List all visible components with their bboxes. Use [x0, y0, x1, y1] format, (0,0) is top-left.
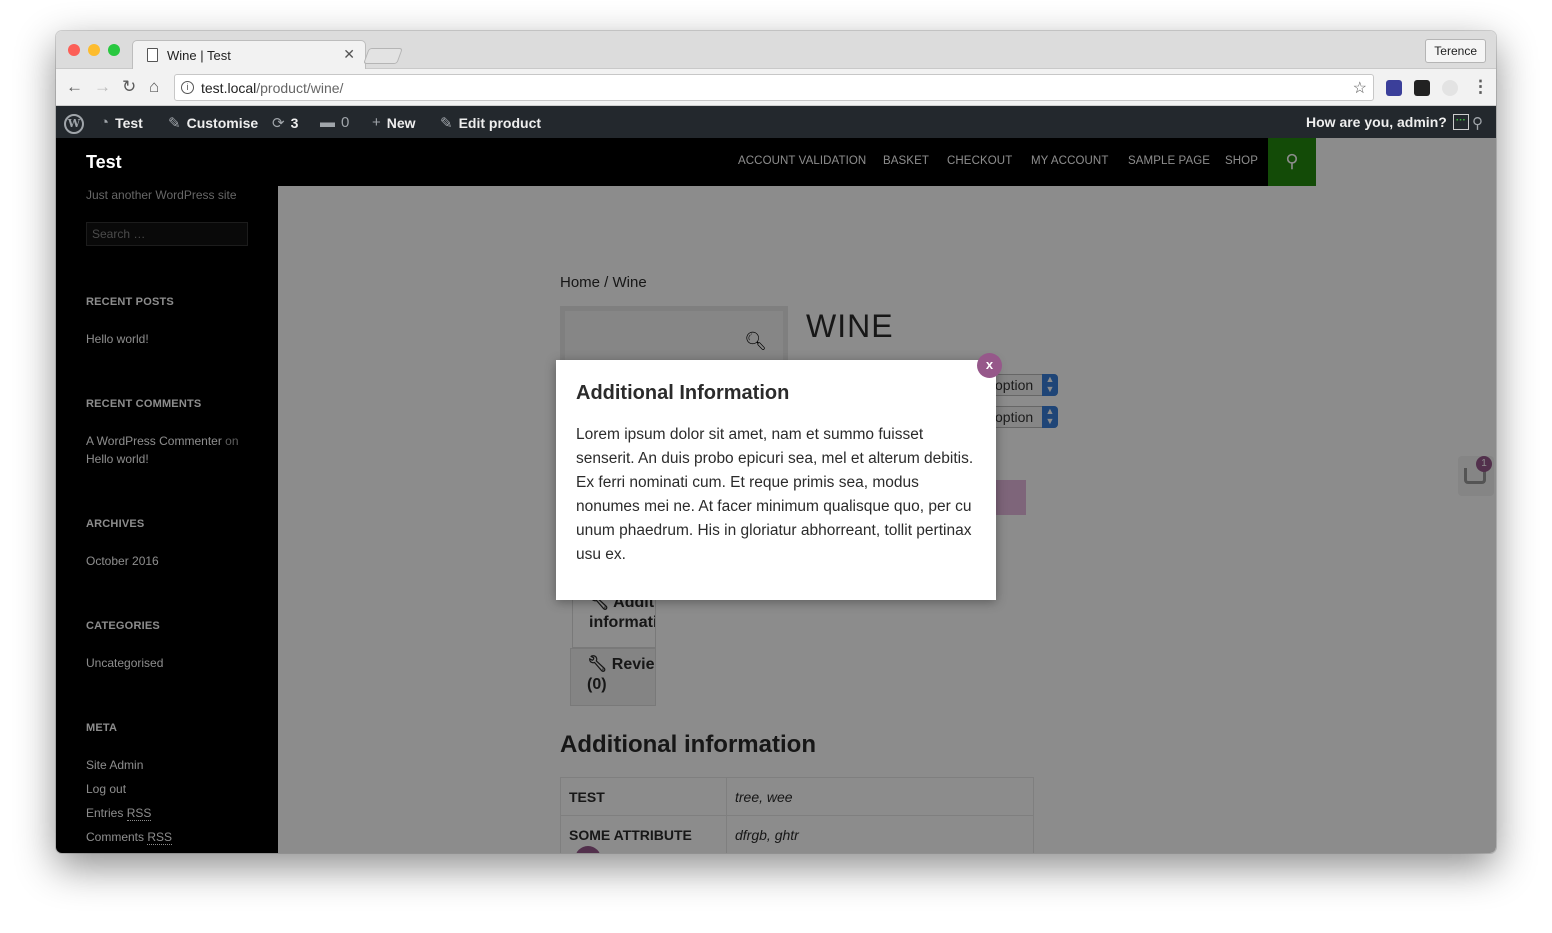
page-icon [147, 48, 158, 62]
admin-search-icon[interactable]: ⚲ [1472, 114, 1483, 132]
menu-kebab-icon[interactable]: ⋮ [1472, 77, 1489, 97]
browser-toolbar: ← → ↻ ⌂ i test.local/product/wine/ ☆ ⋮ [56, 69, 1496, 106]
modal-body: Lorem ipsum dolor sit amet, nam et summo… [576, 426, 974, 563]
admin-comments-link[interactable]: ▬ 0 [320, 114, 349, 131]
tab-title: Wine | Test [167, 48, 231, 63]
admin-account-link[interactable]: How are you, admin? ··· [1306, 114, 1469, 130]
browser-tab[interactable]: Wine | Test ✕ [132, 40, 366, 70]
wordpress-icon: W [64, 114, 84, 134]
close-window-button[interactable] [68, 44, 80, 56]
comment-icon: ▬ [320, 114, 335, 131]
admin-updates-link[interactable]: ⟳ 3 [272, 114, 298, 132]
dashboard-icon: ◔ [100, 114, 110, 131]
admin-edit-product-link[interactable]: ✎ Edit product [440, 114, 541, 132]
pencil-icon: ✎ [440, 115, 453, 132]
maximize-window-button[interactable] [108, 44, 120, 56]
close-tab-icon[interactable]: ✕ [343, 46, 355, 63]
tab-strip: Wine | Test ✕ Terence [56, 31, 1496, 70]
admin-customise-link[interactable]: ✎ Customise [168, 114, 258, 132]
extension-icon[interactable] [1386, 80, 1402, 96]
brush-icon: ✎ [168, 115, 181, 132]
plus-icon: + [372, 114, 381, 131]
updates-icon: ⟳ [272, 115, 285, 132]
admin-bar: W ◔ Test ✎ Customise ⟳ 3 ▬ 0 + New ✎ Edit prod… [56, 106, 1496, 138]
minimize-window-button[interactable] [88, 44, 100, 56]
home-icon[interactable]: ⌂ [149, 77, 159, 97]
url-text: test.local/product/wine/ [201, 80, 344, 96]
additional-info-modal: Additional Information Lorem ipsum dolor… [556, 353, 1002, 600]
new-tab-button[interactable] [363, 48, 403, 64]
admin-site-link[interactable]: ◔ Test [100, 114, 143, 131]
profile-button[interactable]: Terence [1425, 39, 1486, 63]
extension-target-icon[interactable] [1442, 80, 1458, 96]
site: Home / Wine 🔍︎ WINE option▲▼ option▲▼ T … [56, 138, 1496, 853]
modal-close-button[interactable]: x [977, 353, 1002, 378]
address-bar[interactable]: i test.local/product/wine/ ☆ [174, 74, 1374, 101]
reload-icon[interactable]: ↻ [122, 77, 136, 97]
admin-new-link[interactable]: + New [372, 114, 416, 131]
back-icon[interactable]: ← [66, 77, 83, 97]
forward-icon[interactable]: → [94, 77, 111, 97]
site-title[interactable]: Test [86, 152, 122, 173]
info-icon[interactable]: i [181, 81, 194, 94]
wp-logo-button[interactable]: W [64, 114, 84, 134]
modal-title: Additional Information [576, 382, 790, 404]
extension-terminal-icon[interactable] [1414, 80, 1430, 96]
modal-backdrop-top[interactable] [278, 138, 1496, 186]
bookmark-star-icon[interactable]: ☆ [1353, 78, 1367, 98]
avatar: ··· [1452, 114, 1469, 130]
browser-window: Wine | Test ✕ Terence ← → ↻ ⌂ i test.loc… [56, 31, 1496, 853]
